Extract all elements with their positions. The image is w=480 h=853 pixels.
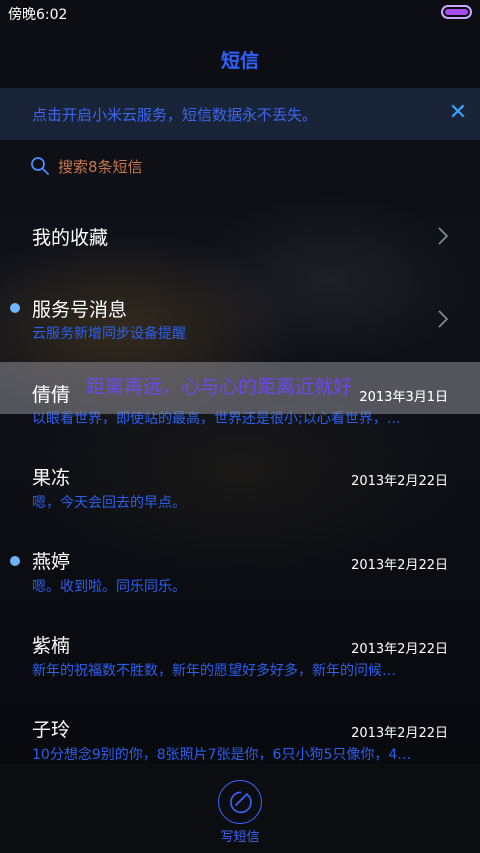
contact-name: 果冻 (32, 467, 71, 489)
status-time: 傍晚6:02 (8, 7, 68, 23)
service-messages-row[interactable]: 服务号消息 云服务新增同步设备提醒 (0, 288, 480, 350)
message-preview: 新年的祝福数不胜数，新年的愿望好多好多，新年的问候… (32, 663, 396, 679)
compose-button[interactable] (218, 780, 262, 824)
search-placeholder[interactable]: 搜索8条短信 (58, 156, 143, 177)
conversation-row[interactable]: 紫楠 2013年2月22日 新年的祝福数不胜数，新年的愿望好多好多，新年的问候… (0, 623, 480, 685)
search-bar[interactable]: 搜索8条短信 (30, 150, 450, 182)
chevron-right-icon (438, 310, 449, 328)
message-date: 2013年2月22日 (351, 474, 448, 489)
contact-name: 燕婷 (32, 551, 71, 573)
message-preview: 10分想念9别的你，8张照片7张是你，6只小狗5只像你，4… (32, 747, 412, 763)
contact-name: 子玲 (32, 719, 71, 741)
close-icon[interactable]: ✕ (446, 101, 470, 125)
conversation-row-date-layer: 倩倩 2013年3月1日 (0, 372, 480, 412)
contact-name: 倩倩 (32, 384, 71, 406)
message-date: 2013年2月22日 (351, 726, 448, 741)
page-title: 短信 (220, 50, 259, 72)
service-subtitle: 云服务新增同步设备提醒 (32, 326, 186, 342)
unread-dot (10, 556, 20, 566)
battery-icon (441, 5, 472, 19)
service-title: 服务号消息 (32, 299, 128, 321)
compose-icon (230, 791, 252, 814)
message-date: 2013年3月1日 (359, 390, 448, 405)
title-bar: 短信 (0, 26, 480, 88)
compose-label[interactable]: 写短信 (0, 826, 480, 845)
message-preview: 嗯，今天会回去的早点。 (32, 495, 186, 511)
favorites-label: 我的收藏 (32, 227, 109, 249)
banner-text[interactable]: 点击开启小米云服务，短信数据永不丢失。 (32, 104, 317, 125)
search-icon (31, 157, 49, 175)
message-date: 2013年2月22日 (351, 558, 448, 573)
cloud-service-banner[interactable]: 点击开启小米云服务，短信数据永不丢失。 ✕ (0, 88, 480, 140)
bottom-bar: 写短信 (0, 764, 480, 853)
contact-name: 紫楠 (32, 635, 71, 657)
unread-dot (10, 303, 20, 313)
conversation-row[interactable]: 果冻 2013年2月22日 嗯，今天会回去的早点。 (0, 455, 480, 517)
status-bar: 傍晚6:02 (0, 0, 480, 26)
chevron-right-icon (438, 227, 449, 245)
message-date: 2013年2月22日 (351, 642, 448, 657)
conversation-row[interactable]: 子玲 2013年2月22日 10分想念9别的你，8张照片7张是你，6只小狗5只像… (0, 707, 480, 764)
conversation-row[interactable]: 燕婷 2013年2月22日 嗯。收到啦。同乐同乐。 (0, 539, 480, 601)
message-preview: 嗯。收到啦。同乐同乐。 (32, 579, 186, 595)
favorites-row[interactable]: 我的收藏 (0, 215, 480, 260)
